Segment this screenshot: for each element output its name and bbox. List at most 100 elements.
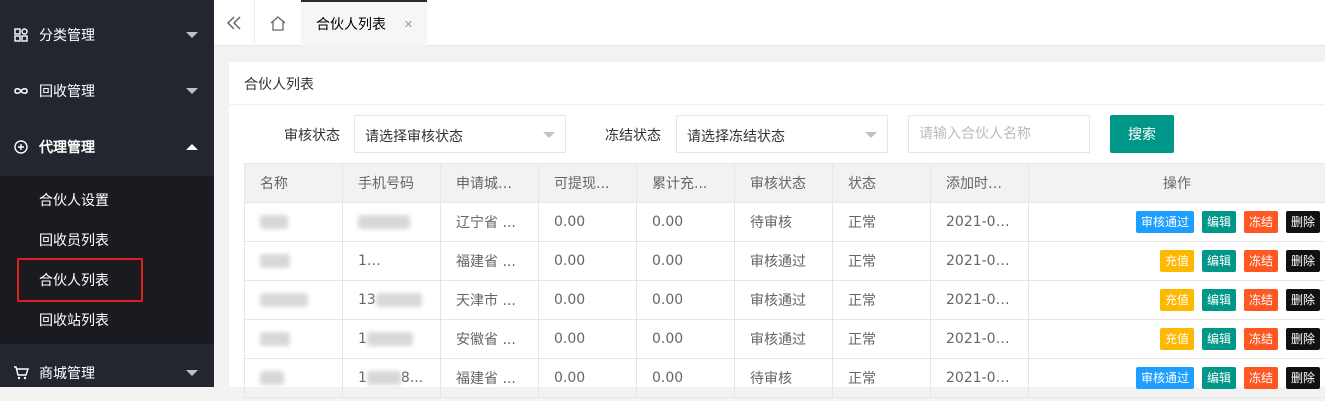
redacted-name (260, 215, 288, 229)
edit-button[interactable]: 编辑 (1202, 367, 1236, 389)
menu-mall[interactable]: 商城管理 (0, 345, 214, 401)
card-title: 合伙人列表 (244, 74, 314, 94)
approve-button[interactable]: 审核通过 (1136, 211, 1194, 233)
divider (229, 104, 1325, 105)
menu-recycle-label: 回收管理 (39, 81, 95, 101)
cell-city: 安徽省 ... (441, 320, 539, 359)
freeze-button[interactable]: 冻结 (1244, 328, 1278, 350)
menu-agent[interactable]: 代理管理 (0, 119, 214, 175)
close-icon[interactable]: ✕ (404, 18, 413, 31)
cell-city: 福建省 ... (441, 242, 539, 281)
delete-button[interactable]: 删除 (1286, 250, 1320, 272)
menu-mall-label: 商城管理 (39, 363, 95, 383)
infinity-icon (13, 83, 29, 99)
cell-name (245, 242, 343, 281)
cell-city: 天津市 ... (441, 281, 539, 320)
col-header-added[interactable]: 添加时间 (931, 164, 1029, 203)
cell-added-time: 2021-02... (931, 242, 1029, 281)
partner-table: 名称 手机号码 申请城市 可提现... 累计充... 审核状态 状态 添加时间 … (244, 163, 1325, 398)
cell-withdrawable: 0.00 (539, 359, 637, 398)
tab-partner-list[interactable]: 合伙人列表 ✕ (301, 0, 427, 46)
cell-actions: 审核通过编辑冻结删除 (1029, 359, 1325, 398)
submenu-recycler-list[interactable]: 回收员列表 (0, 220, 214, 260)
col-header-withdrawable: 可提现... (539, 164, 637, 203)
chevron-down-icon (186, 88, 198, 94)
cell-added-time: 2021-02... (931, 281, 1029, 320)
audit-status-value: 请选择审核状态 (365, 126, 463, 146)
cell-withdrawable: 0.00 (539, 281, 637, 320)
sort-icon[interactable] (517, 178, 527, 190)
cell-audit-status: 审核通过 (735, 281, 833, 320)
chevron-down-icon (186, 370, 198, 376)
submenu-partner-settings[interactable]: 合伙人设置 (0, 180, 214, 220)
freeze-button[interactable]: 冻结 (1244, 250, 1278, 272)
freeze-status-label: 冻结状态 (605, 125, 661, 145)
delete-button[interactable]: 删除 (1286, 328, 1320, 350)
col-header-actions: 操作 (1029, 164, 1325, 203)
cell-actions: 充值编辑冻结删除 (1029, 281, 1325, 320)
search-button[interactable]: 搜索 (1110, 115, 1174, 153)
approve-button[interactable]: 审核通过 (1136, 367, 1194, 389)
col-header-name: 名称 (245, 164, 343, 203)
submenu-recycle-station-list[interactable]: 回收站列表 (0, 300, 214, 340)
sort-icon[interactable] (1007, 178, 1017, 190)
cell-phone: 13 (343, 281, 441, 320)
content-card: 合伙人列表 审核状态 请选择审核状态 冻结状态 请选择冻结状态 搜索 名称 手机… (229, 62, 1325, 387)
chevron-down-icon (865, 132, 877, 138)
audit-status-select[interactable]: 请选择审核状态 (354, 115, 566, 153)
cell-added-time: 2021-02... (931, 320, 1029, 359)
cell-recharged: 0.00 (637, 242, 735, 281)
edit-button[interactable]: 编辑 (1202, 328, 1236, 350)
col-header-phone: 手机号码 (343, 164, 441, 203)
edit-button[interactable]: 编辑 (1202, 250, 1236, 272)
cell-phone: 18... (343, 359, 441, 398)
col-header-city[interactable]: 申请城市 (441, 164, 539, 203)
redacted-phone (367, 371, 401, 385)
table-row: 18...福建省 ...0.000.00待审核正常2021-01...审核通过编… (245, 359, 1325, 398)
cell-audit-status: 待审核 (735, 359, 833, 398)
redacted-phone (358, 215, 410, 229)
col-header-status: 状态 (833, 164, 931, 203)
cell-phone: 14... (343, 242, 441, 281)
cell-name (245, 281, 343, 320)
cell-audit-status: 待审核 (735, 203, 833, 242)
delete-button[interactable]: 删除 (1286, 367, 1320, 389)
recharge-button[interactable]: 充值 (1160, 250, 1194, 272)
menu-agent-label: 代理管理 (39, 137, 95, 157)
redacted-name (260, 293, 308, 307)
col-header-recharged: 累计充... (637, 164, 735, 203)
redacted-name (260, 254, 290, 268)
cell-withdrawable: 0.00 (539, 320, 637, 359)
delete-button[interactable]: 删除 (1286, 211, 1320, 233)
recharge-button[interactable]: 充值 (1160, 328, 1194, 350)
delete-button[interactable]: 删除 (1286, 289, 1320, 311)
cell-city: 辽宁省 ... (441, 203, 539, 242)
cell-status: 正常 (833, 281, 931, 320)
cell-withdrawable: 0.00 (539, 203, 637, 242)
freeze-button[interactable]: 冻结 (1244, 211, 1278, 233)
highlight-annotation (17, 258, 143, 302)
edit-button[interactable]: 编辑 (1202, 211, 1236, 233)
freeze-button[interactable]: 冻结 (1244, 367, 1278, 389)
cart-icon (13, 365, 29, 381)
cell-recharged: 0.00 (637, 203, 735, 242)
menu-recycle[interactable]: 回收管理 (0, 63, 214, 119)
menu-category[interactable]: 分类管理 (0, 7, 214, 63)
edit-button[interactable]: 编辑 (1202, 289, 1236, 311)
partner-name-input[interactable] (908, 115, 1090, 153)
menu-category-label: 分类管理 (39, 25, 95, 45)
freeze-status-select[interactable]: 请选择冻结状态 (676, 115, 888, 153)
cell-recharged: 0.00 (637, 359, 735, 398)
freeze-button[interactable]: 冻结 (1244, 289, 1278, 311)
cell-recharged: 0.00 (637, 320, 735, 359)
recharge-button[interactable]: 充值 (1160, 289, 1194, 311)
cell-added-time: 2021-01... (931, 359, 1029, 398)
redacted-name (260, 371, 284, 385)
plus-circle-icon (13, 139, 29, 155)
cell-phone: 1 (343, 320, 441, 359)
double-chevron-left-icon[interactable] (214, 0, 254, 46)
cell-audit-status: 审核通过 (735, 320, 833, 359)
home-icon[interactable] (255, 0, 301, 46)
cell-status: 正常 (833, 320, 931, 359)
cell-actions: 充值编辑冻结删除 (1029, 242, 1325, 281)
